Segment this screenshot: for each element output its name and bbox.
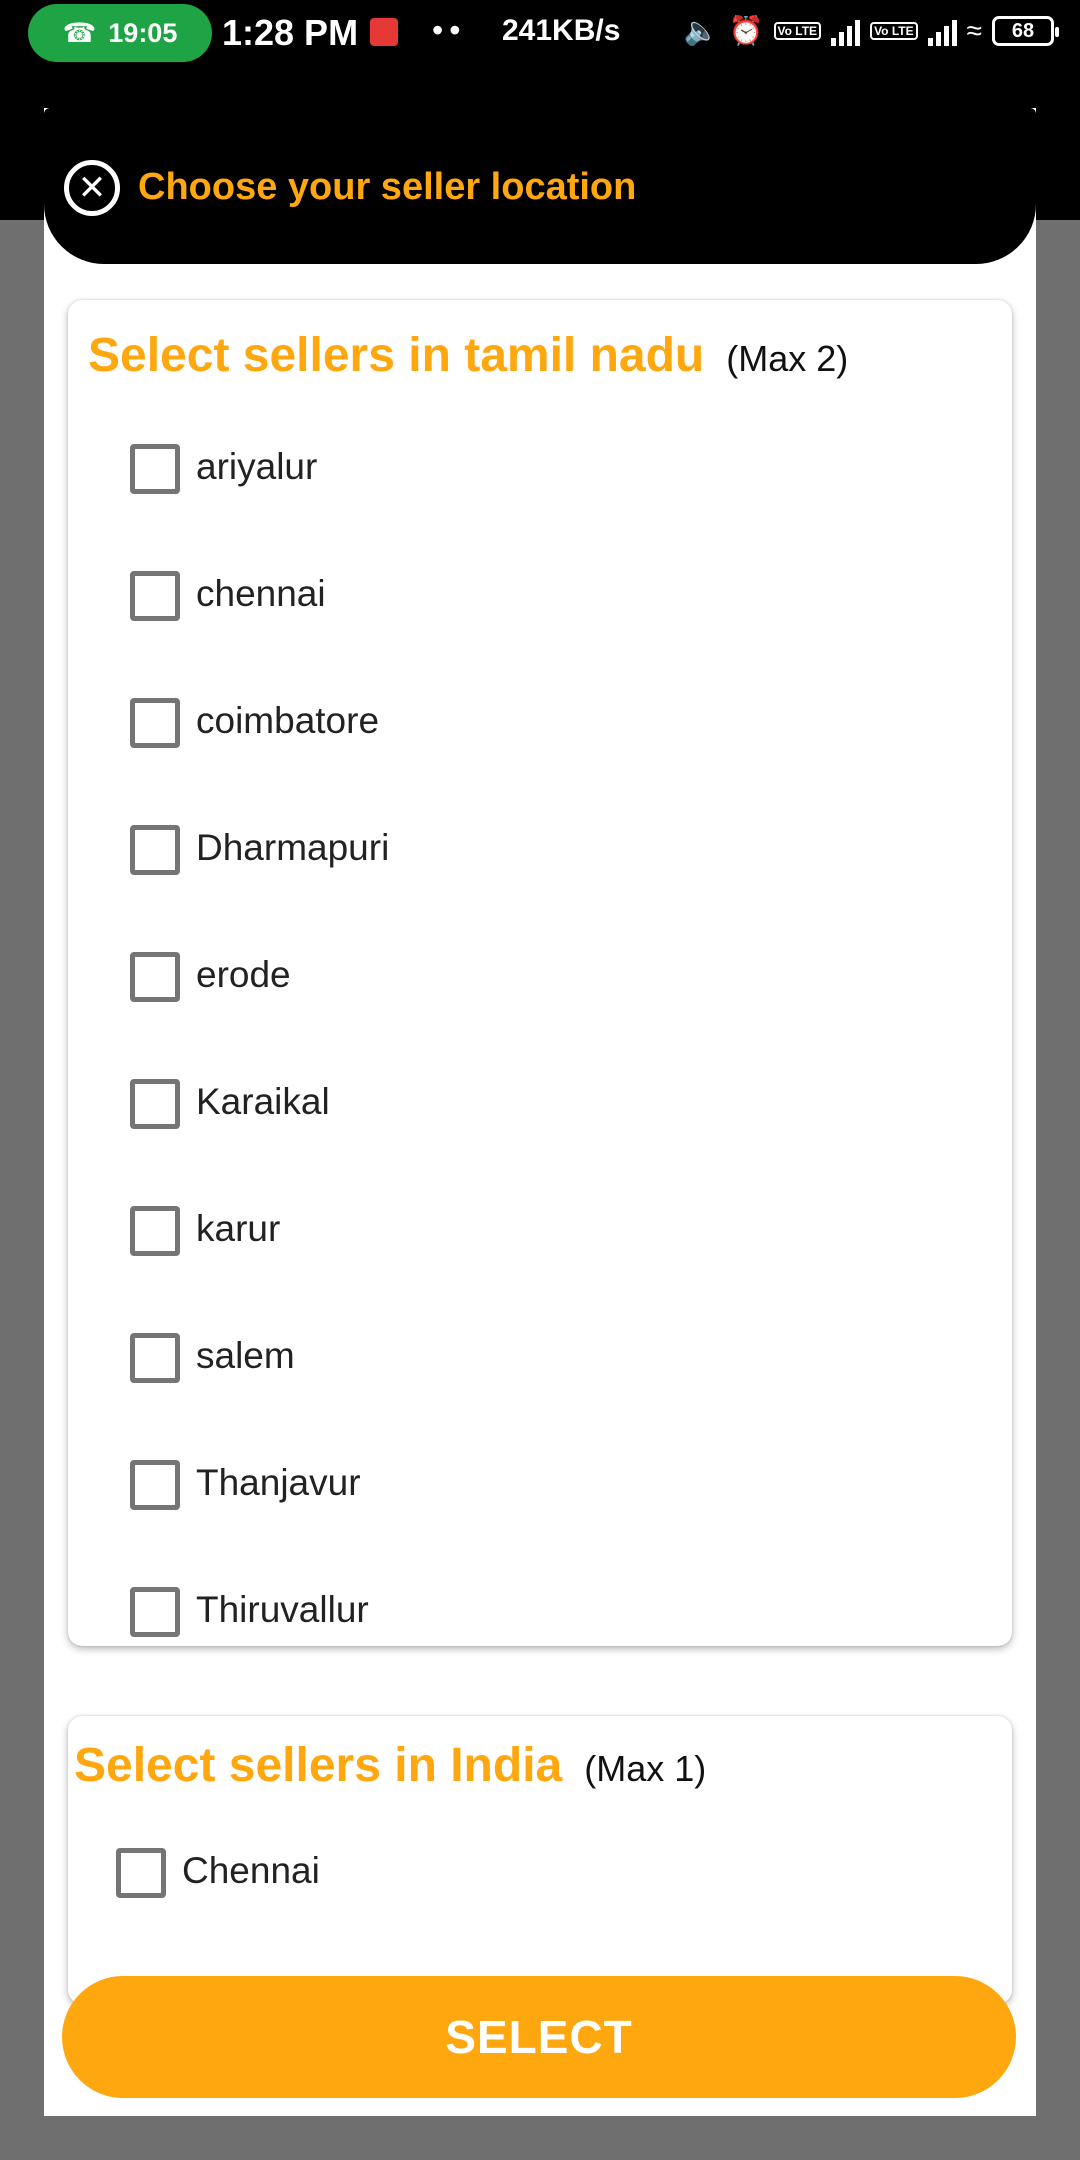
speaker-icon: 🔈 bbox=[683, 15, 719, 46]
dialog-header: ✕ Choose your seller location bbox=[44, 108, 1036, 264]
seller-option[interactable]: Thanjavur bbox=[68, 1454, 1012, 1581]
seller-option[interactable]: Thiruvallur bbox=[68, 1581, 1012, 1646]
seller-label: Dharmapuri bbox=[196, 827, 390, 868]
status-icons: 🔈 ⏰ Vo LTE Vo LTE ≈ 68 bbox=[683, 14, 1059, 47]
seller-label: Thanjavur bbox=[196, 1462, 361, 1503]
seller-option[interactable]: Dharmapuri bbox=[68, 819, 1012, 946]
seller-option[interactable]: karur bbox=[68, 1200, 1012, 1327]
checkbox[interactable] bbox=[130, 1079, 180, 1129]
seller-option[interactable]: Chennai bbox=[68, 1842, 1012, 1969]
checkbox[interactable] bbox=[130, 825, 180, 875]
wifi-icon: ≈ bbox=[966, 14, 982, 46]
seller-option[interactable]: coimbatore bbox=[68, 692, 1012, 819]
checkbox[interactable] bbox=[130, 571, 180, 621]
india-sellers-card: Select sellers in India (Max 1) Chennai bbox=[68, 1716, 1012, 2004]
call-duration: 19:05 bbox=[108, 17, 178, 48]
app-notification-icon bbox=[370, 18, 398, 46]
checkbox[interactable] bbox=[130, 952, 180, 1002]
ongoing-call-pill[interactable]: ☎ 19:05 bbox=[28, 4, 212, 62]
network-speed: 241KB/s bbox=[502, 14, 621, 47]
seller-label: erode bbox=[196, 954, 291, 995]
checkbox[interactable] bbox=[130, 698, 180, 748]
seller-option[interactable]: salem bbox=[68, 1327, 1012, 1454]
seller-label: Thiruvallur bbox=[196, 1589, 369, 1630]
checkbox[interactable] bbox=[130, 1333, 180, 1383]
alarm-icon: ⏰ bbox=[728, 15, 764, 46]
close-icon[interactable]: ✕ bbox=[64, 160, 120, 216]
checkbox[interactable] bbox=[116, 1848, 166, 1898]
seller-label: Chennai bbox=[182, 1850, 320, 1891]
seller-label: coimbatore bbox=[196, 700, 380, 741]
status-bar: ☎ 19:05 1:28 PM •• 241KB/s 🔈 ⏰ Vo LTE Vo… bbox=[0, 0, 1080, 70]
section-max: (Max 2) bbox=[726, 338, 849, 379]
seller-location-dialog: ✕ Choose your seller location Select sel… bbox=[44, 108, 1036, 2116]
seller-option[interactable]: chennai bbox=[68, 565, 1012, 692]
seller-label: karur bbox=[196, 1208, 281, 1249]
section-title: Select sellers in tamil nadu bbox=[88, 329, 705, 382]
phone-icon: ☎ bbox=[62, 17, 97, 48]
volte-icon: Vo LTE bbox=[773, 21, 822, 40]
checkbox[interactable] bbox=[130, 1587, 180, 1637]
signal-icon-2 bbox=[927, 16, 957, 46]
seller-label: chennai bbox=[196, 573, 326, 614]
select-button[interactable]: SELECT bbox=[62, 1976, 1016, 2098]
seller-list[interactable]: Chennai bbox=[68, 1842, 1012, 1969]
seller-option[interactable]: ariyalur bbox=[68, 438, 1012, 565]
seller-option[interactable]: Karaikal bbox=[68, 1073, 1012, 1200]
battery-icon: 68 bbox=[992, 15, 1059, 46]
checkbox[interactable] bbox=[130, 1206, 180, 1256]
tamil-nadu-sellers-card: Select sellers in tamil nadu (Max 2) ari… bbox=[68, 300, 1012, 1646]
more-notifications-dots: •• bbox=[432, 12, 467, 48]
signal-icon bbox=[831, 16, 861, 46]
checkbox[interactable] bbox=[130, 1460, 180, 1510]
section-title: Select sellers in India bbox=[74, 1739, 563, 1792]
seller-label: Karaikal bbox=[196, 1081, 330, 1122]
dialog-title: Choose your seller location bbox=[138, 166, 637, 208]
seller-label: salem bbox=[196, 1335, 295, 1376]
seller-option[interactable]: erode bbox=[68, 946, 1012, 1073]
seller-label: ariyalur bbox=[196, 446, 318, 487]
checkbox[interactable] bbox=[130, 444, 180, 494]
seller-list[interactable]: ariyalur chennai coimbatore Dharmapuri e… bbox=[68, 438, 1012, 1646]
section-max: (Max 1) bbox=[584, 1748, 707, 1789]
volte-icon-2: Vo LTE bbox=[870, 21, 918, 40]
status-time: 1:28 PM bbox=[222, 12, 359, 53]
